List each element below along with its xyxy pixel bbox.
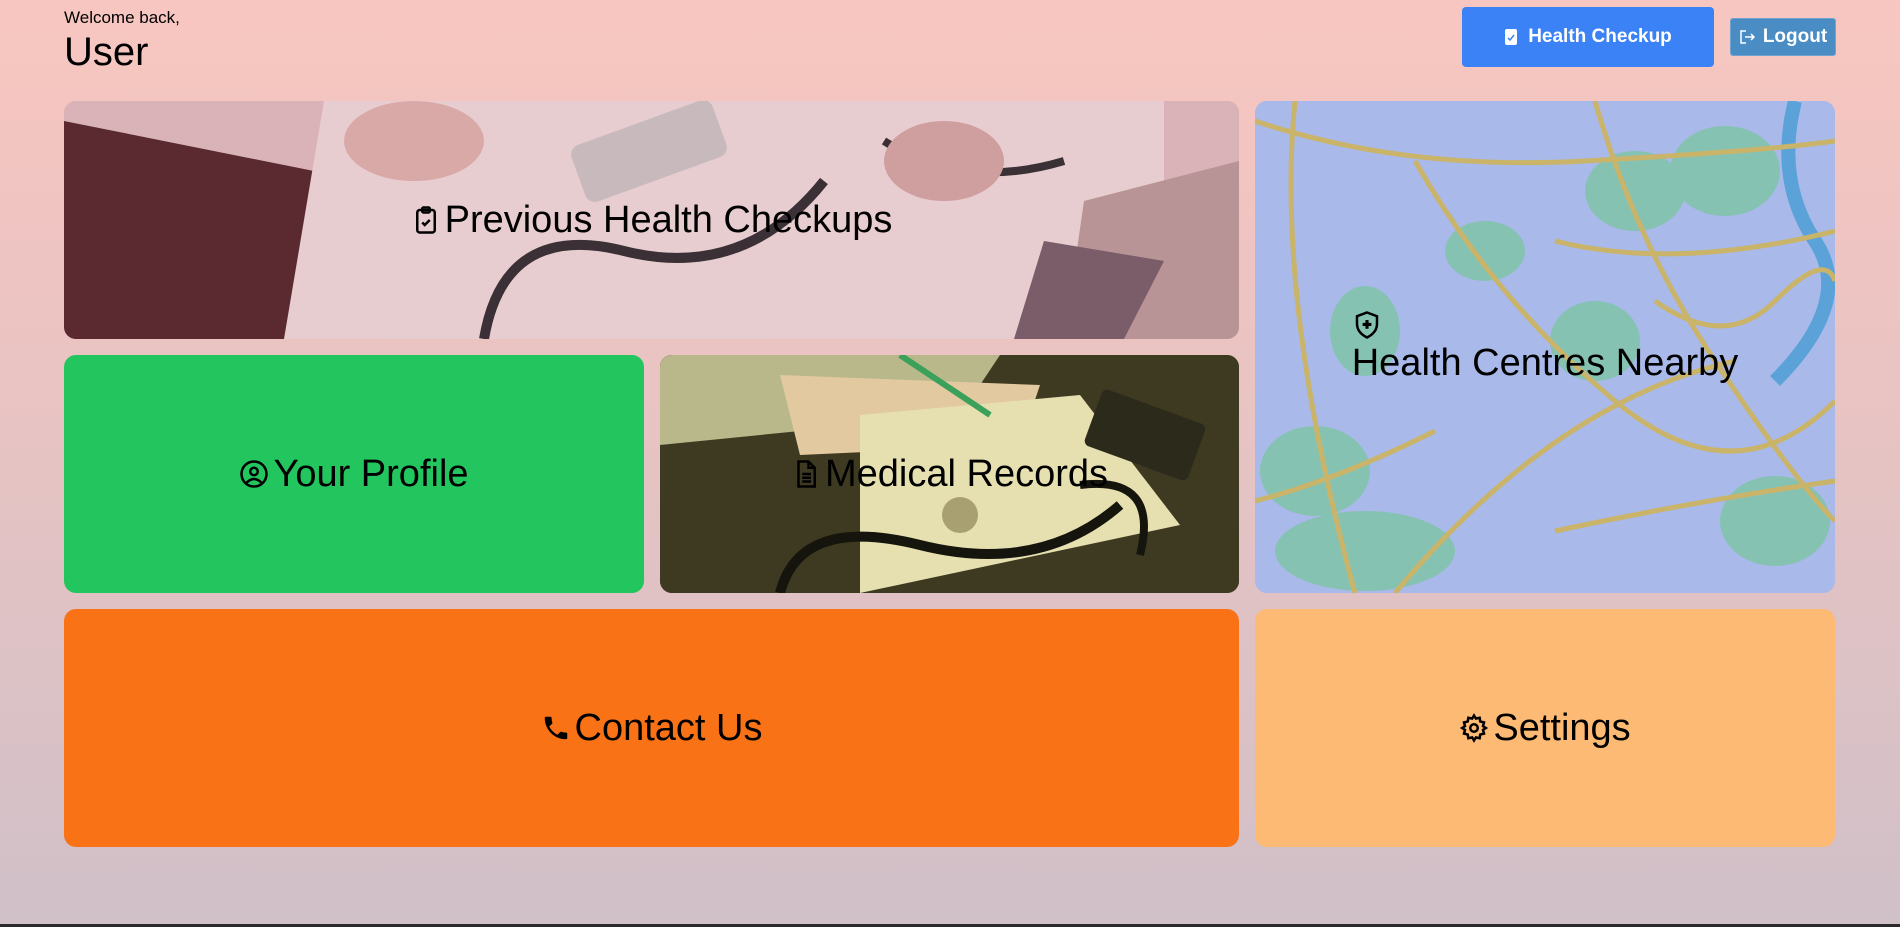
previous-checkups-label-group: Previous Health Checkups — [411, 198, 893, 242]
your-profile-tile[interactable]: Your Profile — [64, 355, 644, 593]
phone-icon — [544, 716, 567, 740]
medical-records-label: Medical Records — [825, 452, 1108, 495]
health-centres-tile[interactable]: Health Centres Nearby — [1255, 101, 1835, 593]
medical-records-tile[interactable]: Medical Records — [660, 355, 1239, 593]
gear-icon — [1460, 713, 1489, 743]
logout-icon — [1740, 30, 1755, 44]
contact-us-label-group: Contact Us — [541, 706, 763, 750]
contact-us-tile[interactable]: Contact Us — [64, 609, 1239, 847]
logout-button[interactable]: Logout — [1730, 18, 1836, 56]
health-centres-label: Health Centres Nearby — [1351, 341, 1739, 384]
previous-checkups-label: Previous Health Checkups — [444, 198, 893, 241]
settings-label-group: Settings — [1459, 706, 1631, 750]
contact-us-label: Contact Us — [574, 706, 763, 749]
welcome-text: Welcome back, — [64, 8, 180, 27]
your-profile-label-group: Your Profile — [239, 452, 469, 496]
settings-label: Settings — [1493, 706, 1631, 749]
clipboard-check-icon — [415, 206, 436, 234]
clipboard-icon — [1505, 29, 1518, 45]
header: Welcome back, User Health Checkup Logout — [64, 6, 1836, 74]
logout-label: Logout — [1762, 26, 1828, 47]
your-profile-label: Your Profile — [273, 452, 469, 495]
health-checkup-label: Health Checkup — [1528, 26, 1672, 47]
previous-checkups-tile[interactable]: Previous Health Checkups — [64, 101, 1239, 339]
medical-records-label-group: Medical Records — [791, 453, 1108, 496]
username: User — [64, 30, 149, 74]
health-centres-label-group: Health Centres Nearby — [1351, 310, 1739, 385]
document-icon — [797, 460, 816, 488]
settings-tile[interactable]: Settings — [1255, 609, 1835, 847]
shield-plus-icon — [1355, 310, 1378, 339]
user-circle-icon — [240, 460, 269, 488]
health-checkup-button[interactable]: Health Checkup — [1462, 7, 1714, 67]
